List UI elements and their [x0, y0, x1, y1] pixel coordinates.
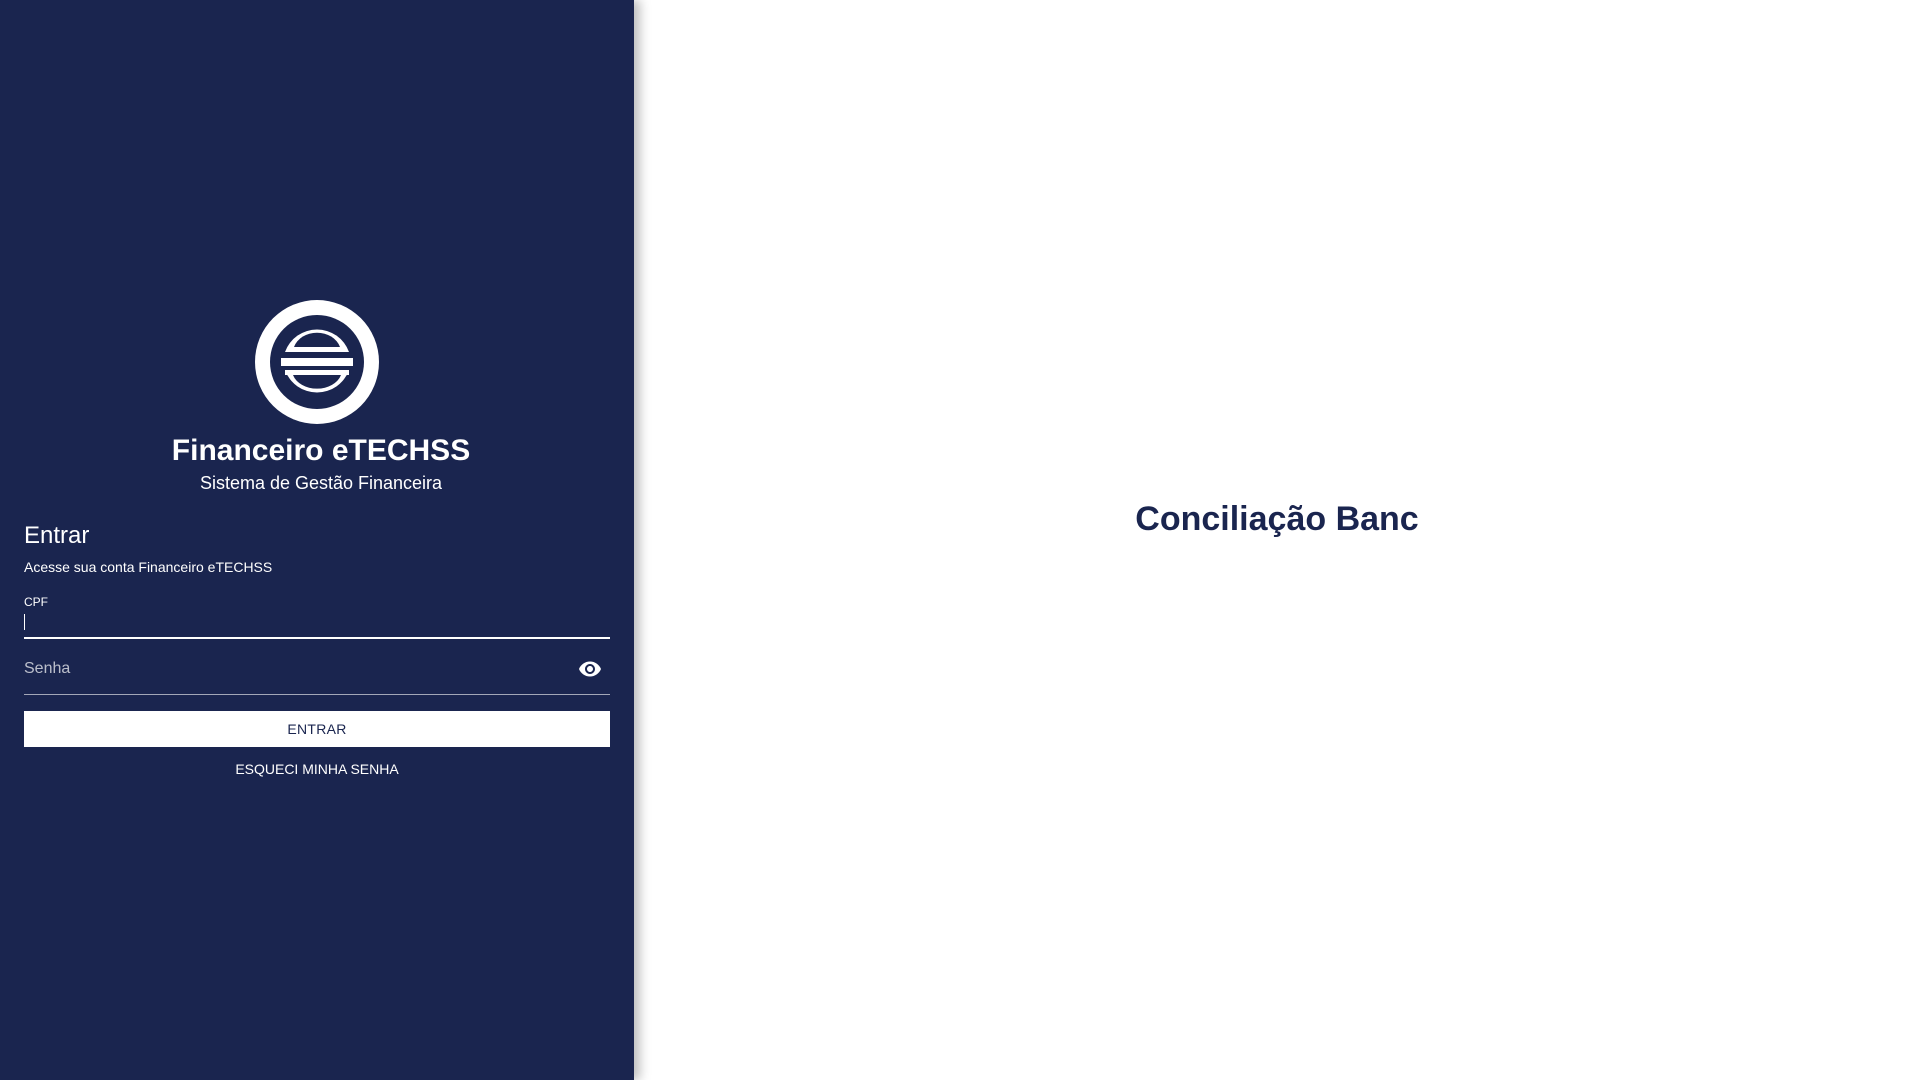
login-form: Entrar Acesse sua conta Financeiro eTECH…	[24, 522, 610, 779]
hero-panel: Conciliação Banc	[634, 0, 1920, 1080]
cpf-input[interactable]	[24, 611, 610, 633]
text-caret	[24, 614, 25, 630]
forgot-password-button[interactable]: ESQUECI MINHA SENHA	[24, 759, 610, 779]
login-description: Acesse sua conta Financeiro eTECHSS	[24, 559, 273, 575]
cpf-field: CPF	[24, 595, 610, 639]
login-panel: Financeiro eTECHSS Sistema de Gestão Fin…	[0, 0, 634, 1080]
login-screen: Financeiro eTECHSS Sistema de Gestão Fin…	[0, 0, 1920, 1080]
hero-typing-text: Conciliação Banc	[1135, 499, 1419, 538]
login-title: Entrar	[24, 522, 90, 549]
login-button[interactable]: ENTRAR	[24, 711, 610, 747]
app-subtitle: Sistema de Gestão Financeira	[199, 473, 443, 493]
eye-icon[interactable]	[578, 657, 602, 681]
etechss-logo-icon	[255, 300, 379, 424]
password-field	[24, 639, 610, 695]
brand-header: Financeiro eTECHSS Sistema de Gestão Fin…	[0, 300, 634, 494]
password-input[interactable]	[24, 657, 564, 681]
app-title: Financeiro eTECHSS	[171, 434, 471, 467]
cpf-label: CPF	[24, 595, 48, 609]
